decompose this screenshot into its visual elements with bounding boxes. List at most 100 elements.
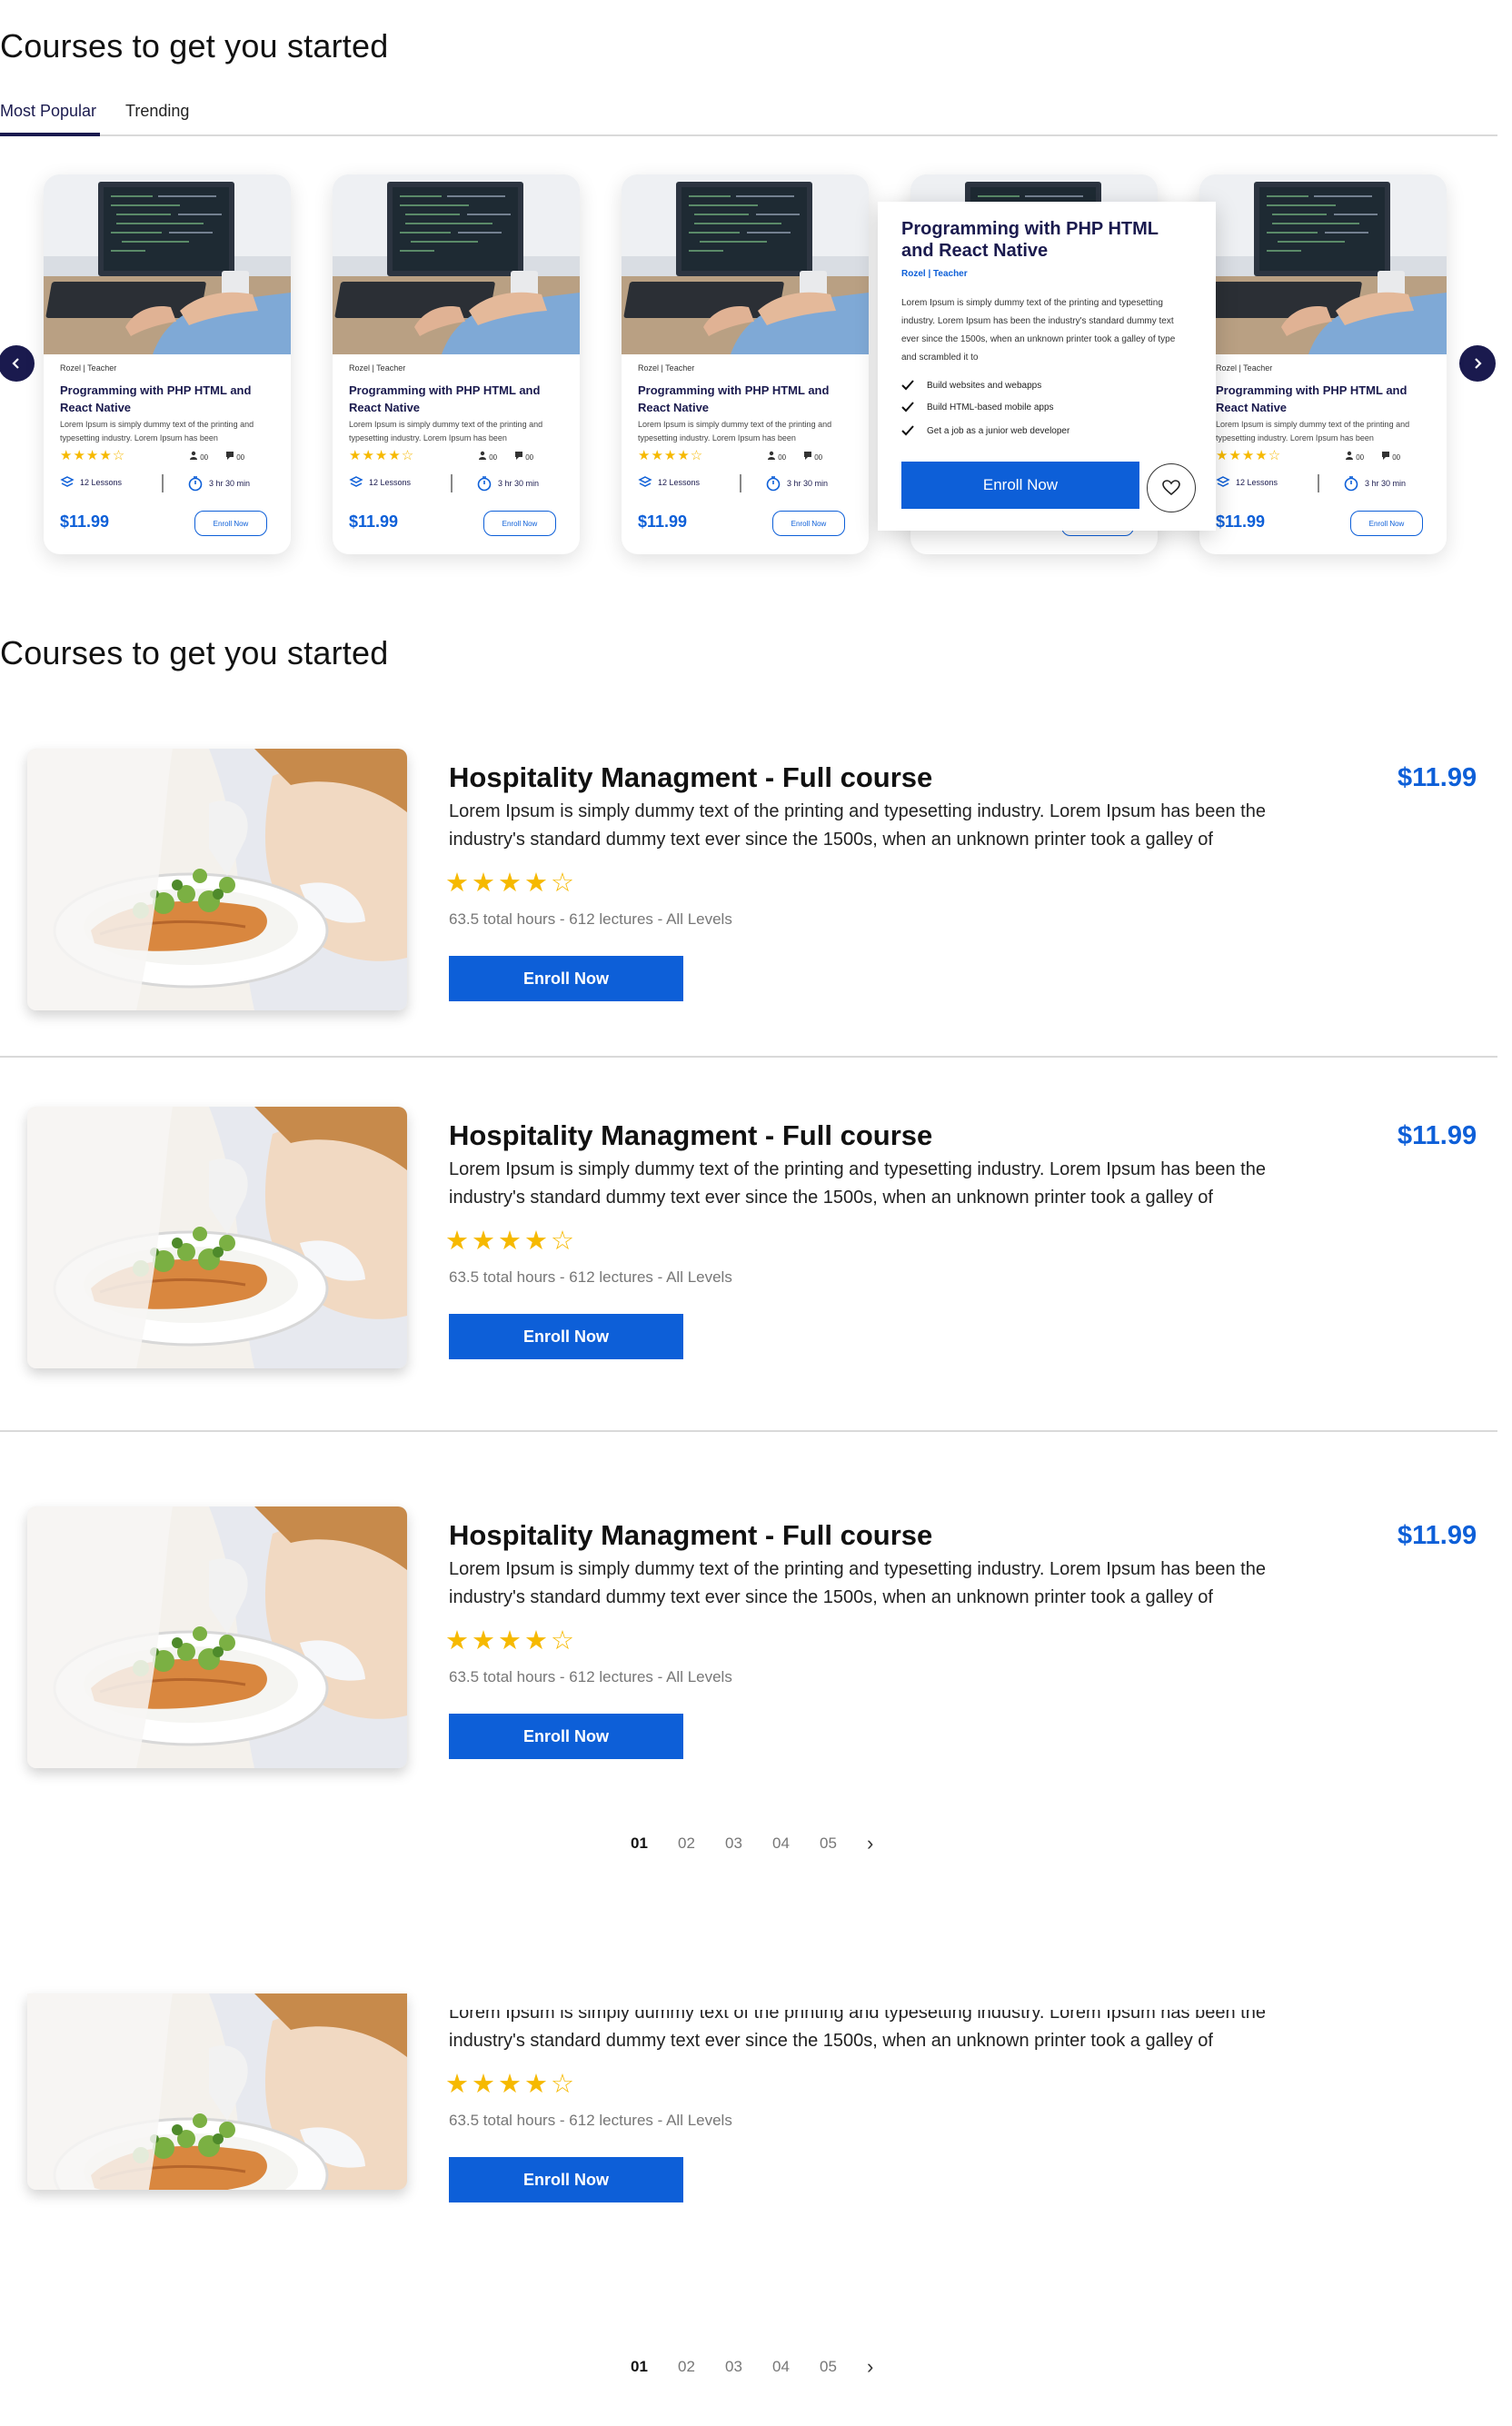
layers-icon xyxy=(60,476,75,487)
card-enroll-button[interactable]: Enroll Now xyxy=(194,511,267,536)
course-thumbnail xyxy=(622,174,869,354)
card-meta-divider xyxy=(1318,474,1319,492)
pagination: 01 02 03 04 05 › xyxy=(631,2355,914,2379)
course-enroll-button[interactable]: Enroll Now xyxy=(449,956,683,1001)
page-link[interactable]: 04 xyxy=(772,2358,820,2376)
card-meta-divider xyxy=(740,474,741,492)
layers-icon xyxy=(638,476,652,487)
course-image xyxy=(27,1993,407,2190)
timer-icon xyxy=(766,476,781,492)
card-comments: 00 xyxy=(803,451,822,462)
popup-feature: Build websites and webapps xyxy=(901,380,1041,391)
course-enroll-button[interactable]: Enroll Now xyxy=(449,2157,683,2202)
timer-icon xyxy=(477,476,492,492)
page-link[interactable]: 02 xyxy=(678,2358,725,2376)
layers-icon xyxy=(349,476,363,487)
course-enroll-button[interactable]: Enroll Now xyxy=(449,1314,683,1359)
card-duration-label: 3 hr 30 min xyxy=(209,479,251,488)
course-card[interactable]: Rozel | Teacher Programming with PHP HTM… xyxy=(333,174,580,554)
card-lessons-label: 12 Lessons xyxy=(658,478,701,487)
card-author: Rozel | Teacher xyxy=(60,363,117,373)
page-link[interactable]: 05 xyxy=(820,2358,867,2376)
card-lessons: 12 Lessons xyxy=(349,475,411,490)
card-title: Programming with PHP HTML and React Nati… xyxy=(60,383,252,414)
user-icon xyxy=(190,451,197,460)
card-lessons: 12 Lessons xyxy=(60,475,122,490)
card-lessons: 12 Lessons xyxy=(1216,475,1278,490)
carousel-next-button[interactable] xyxy=(1459,345,1496,382)
card-description: Lorem Ipsum is simply dummy text of the … xyxy=(638,420,832,442)
card-title: Programming with PHP HTML and React Nati… xyxy=(638,383,830,414)
wishlist-button[interactable] xyxy=(1147,463,1196,512)
layers-icon xyxy=(1216,476,1230,487)
next-page-icon[interactable]: › xyxy=(867,2355,914,2379)
course-meta: 63.5 total hours - 612 lectures - All Le… xyxy=(449,1668,732,1685)
course-thumbnail xyxy=(333,174,580,354)
row-divider xyxy=(0,1056,1497,1058)
card-students-count: 00 xyxy=(200,453,209,462)
card-title: Programming with PHP HTML and React Nati… xyxy=(1216,383,1408,414)
carousel-prev-button[interactable] xyxy=(0,345,35,382)
tab-trending[interactable]: Trending xyxy=(125,102,189,121)
card-lessons-label: 12 Lessons xyxy=(80,478,123,487)
course-thumbnail xyxy=(44,174,291,354)
course-description: Lorem Ipsum is simply dummy text of the … xyxy=(449,1159,1266,1208)
comment-icon xyxy=(804,452,811,460)
check-icon xyxy=(901,402,914,413)
page-link[interactable]: 01 xyxy=(631,2358,678,2376)
chevron-right-icon xyxy=(1475,358,1482,369)
course-card[interactable]: Rozel | Teacher Programming with PHP HTM… xyxy=(622,174,869,554)
card-enroll-button[interactable]: Enroll Now xyxy=(1350,511,1423,536)
course-price: $11.99 xyxy=(1398,1521,1477,1550)
user-icon xyxy=(768,451,775,460)
section-title: Courses to get you started xyxy=(0,27,389,65)
course-meta: 63.5 total hours - 612 lectures - All Le… xyxy=(449,1268,732,1286)
popup-feature-label: Build websites and webapps xyxy=(927,380,1042,391)
next-page-icon[interactable]: › xyxy=(867,1832,914,1855)
user-icon xyxy=(1346,451,1353,460)
tab-most-popular[interactable]: Most Popular xyxy=(0,102,96,121)
course-card[interactable]: Rozel | Teacher Programming with PHP HTM… xyxy=(44,174,291,554)
card-students: 00 xyxy=(1345,451,1364,462)
card-comments-count: 00 xyxy=(525,453,534,462)
card-enroll-button[interactable]: Enroll Now xyxy=(483,511,556,536)
card-students-count: 00 xyxy=(778,453,787,462)
page-link[interactable]: 02 xyxy=(678,1834,725,1853)
course-enroll-button[interactable]: Enroll Now xyxy=(449,1714,683,1759)
course-image xyxy=(27,1506,407,1768)
pagination: 01 02 03 04 05 › xyxy=(631,1832,914,1855)
popup-author: Rozel | Teacher xyxy=(901,269,968,279)
card-lessons: 12 Lessons xyxy=(638,475,700,490)
course-price: $11.99 xyxy=(1398,1121,1477,1150)
heart-icon xyxy=(1162,480,1180,496)
card-description: Lorem Ipsum is simply dummy text of the … xyxy=(349,420,543,442)
comment-icon xyxy=(515,452,522,460)
card-comments: 00 xyxy=(514,451,533,462)
row-divider xyxy=(0,1430,1497,1432)
popup-enroll-button[interactable]: Enroll Now xyxy=(901,462,1139,509)
page-link[interactable]: 05 xyxy=(820,1834,867,1853)
page-link[interactable]: 04 xyxy=(772,1834,820,1853)
course-card[interactable]: Rozel | Teacher Programming with PHP HTM… xyxy=(1199,174,1447,554)
course-price: $11.99 xyxy=(1398,763,1477,792)
card-author: Rozel | Teacher xyxy=(1216,363,1273,373)
course-meta: 63.5 total hours - 612 lectures - All Le… xyxy=(449,2112,732,2129)
page-link[interactable]: 01 xyxy=(631,1834,678,1853)
course-description: Lorem Ipsum is simply dummy text of the … xyxy=(449,2003,1266,2051)
card-description: Lorem Ipsum is simply dummy text of the … xyxy=(60,420,254,442)
card-meta-divider xyxy=(162,474,164,492)
page-link[interactable]: 03 xyxy=(725,1834,772,1853)
card-enroll-button[interactable]: Enroll Now xyxy=(772,511,845,536)
card-comments: 00 xyxy=(225,451,244,462)
comment-icon xyxy=(1382,452,1389,460)
card-author: Rozel | Teacher xyxy=(349,363,406,373)
card-duration-label: 3 hr 30 min xyxy=(498,479,540,488)
page-link[interactable]: 03 xyxy=(725,2358,772,2376)
card-students: 00 xyxy=(189,451,208,462)
course-hover-popup: Programming with PHP HTML and React Nati… xyxy=(878,202,1216,531)
card-author: Rozel | Teacher xyxy=(638,363,695,373)
tab-bar: Most Popular Trending xyxy=(0,98,1497,136)
timer-icon xyxy=(188,476,203,492)
comment-icon xyxy=(226,452,234,460)
card-rating-stars: ★★★★☆ xyxy=(1216,448,1282,463)
